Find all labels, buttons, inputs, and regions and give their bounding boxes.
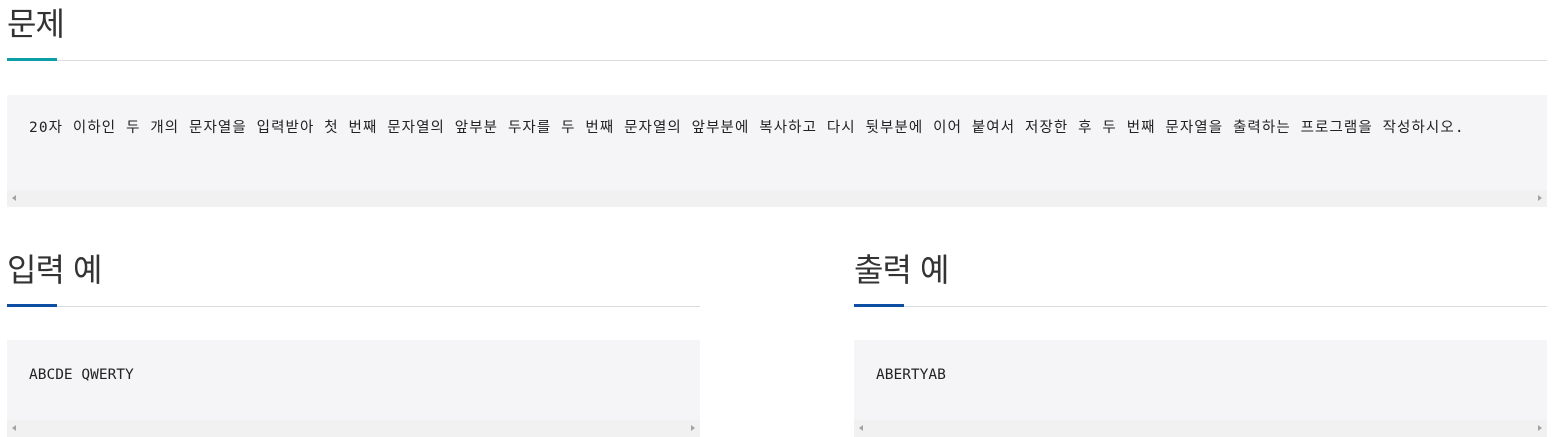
input-example-box: ABCDE QWERTY [7,340,700,437]
output-example-title-accent [854,304,904,307]
scroll-right-arrow-icon[interactable] [1538,195,1542,201]
output-example-headline: 출력 예 [854,246,1547,307]
input-example-title-accent [7,304,57,307]
output-example-horizontal-scrollbar[interactable] [854,420,1547,437]
problem-title: 문제 [7,5,65,43]
problem-headline: 문제 [7,0,1547,61]
output-example-title: 출력 예 [854,251,949,289]
output-example-text: ABERTYAB [876,367,946,383]
scroll-left-arrow-icon[interactable] [859,425,863,431]
input-example-section: 입력 예 ABCDE QWERTY [7,246,700,437]
problem-page: 문제 20자 이하인 두 개의 문자열을 입력받아 첫 번째 문자열의 앞부분 … [0,0,1561,437]
input-example-horizontal-scrollbar[interactable] [7,420,700,437]
input-example-text: ABCDE QWERTY [29,367,134,383]
output-example-box: ABERTYAB [854,340,1547,437]
scroll-left-arrow-icon[interactable] [12,195,16,201]
scroll-right-arrow-icon[interactable] [691,425,695,431]
problem-horizontal-scrollbar[interactable] [7,190,1547,207]
problem-section: 문제 20자 이하인 두 개의 문자열을 입력받아 첫 번째 문자열의 앞부분 … [7,0,1547,207]
input-example-headline: 입력 예 [7,246,700,307]
scroll-right-arrow-icon[interactable] [1538,425,1542,431]
scroll-left-arrow-icon[interactable] [12,425,16,431]
problem-description-box: 20자 이하인 두 개의 문자열을 입력받아 첫 번째 문자열의 앞부분 두자를… [7,95,1547,207]
problem-description: 20자 이하인 두 개의 문자열을 입력받아 첫 번째 문자열의 앞부분 두자를… [29,120,1465,136]
problem-title-accent [7,58,57,61]
output-example-section: 출력 예 ABERTYAB [854,246,1547,437]
input-example-title: 입력 예 [7,251,102,289]
